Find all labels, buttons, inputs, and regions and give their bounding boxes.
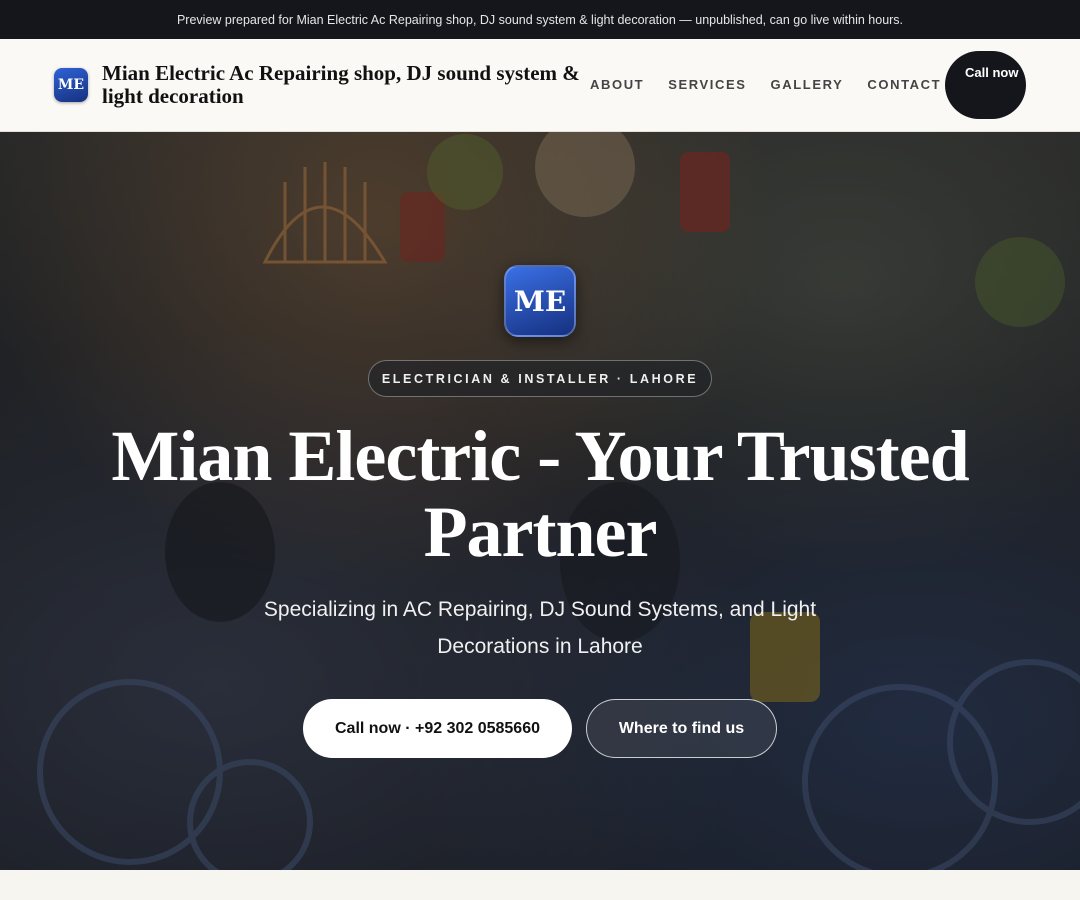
main-nav: ABOUT SERVICES GALLERY CONTACT <box>590 77 941 92</box>
brand-logo[interactable]: ME <box>54 68 88 102</box>
header-call-button[interactable]: Call now <box>945 51 1026 119</box>
site-header: ME Mian Electric Ac Repairing shop, DJ s… <box>0 39 1080 132</box>
brand-name[interactable]: Mian Electric Ac Repairing shop, DJ soun… <box>102 62 592 108</box>
preview-banner-text: Preview prepared for Mian Electric Ac Re… <box>176 12 904 27</box>
hero-title: Mian Electric - Your Trusted Partner <box>111 416 969 572</box>
nav-about[interactable]: ABOUT <box>590 77 644 92</box>
hero-logo: ME <box>504 265 576 337</box>
preview-banner: Preview prepared for Mian Electric Ac Re… <box>0 0 1080 39</box>
hero-subtitle: Specializing in AC Repairing, DJ Sound S… <box>263 598 817 658</box>
hero-category-badge: ELECTRICIAN & INSTALLER · LAHORE <box>368 360 712 397</box>
nav-services[interactable]: SERVICES <box>668 77 746 92</box>
where-to-find-us-button[interactable]: Where to find us <box>586 699 777 758</box>
nav-gallery[interactable]: GALLERY <box>771 77 844 92</box>
nav-contact[interactable]: CONTACT <box>867 77 941 92</box>
hero-section: ME ELECTRICIAN & INSTALLER · LAHORE Mian… <box>0 132 1080 870</box>
call-now-button[interactable]: Call now · +92 302 0585660 <box>303 699 572 758</box>
